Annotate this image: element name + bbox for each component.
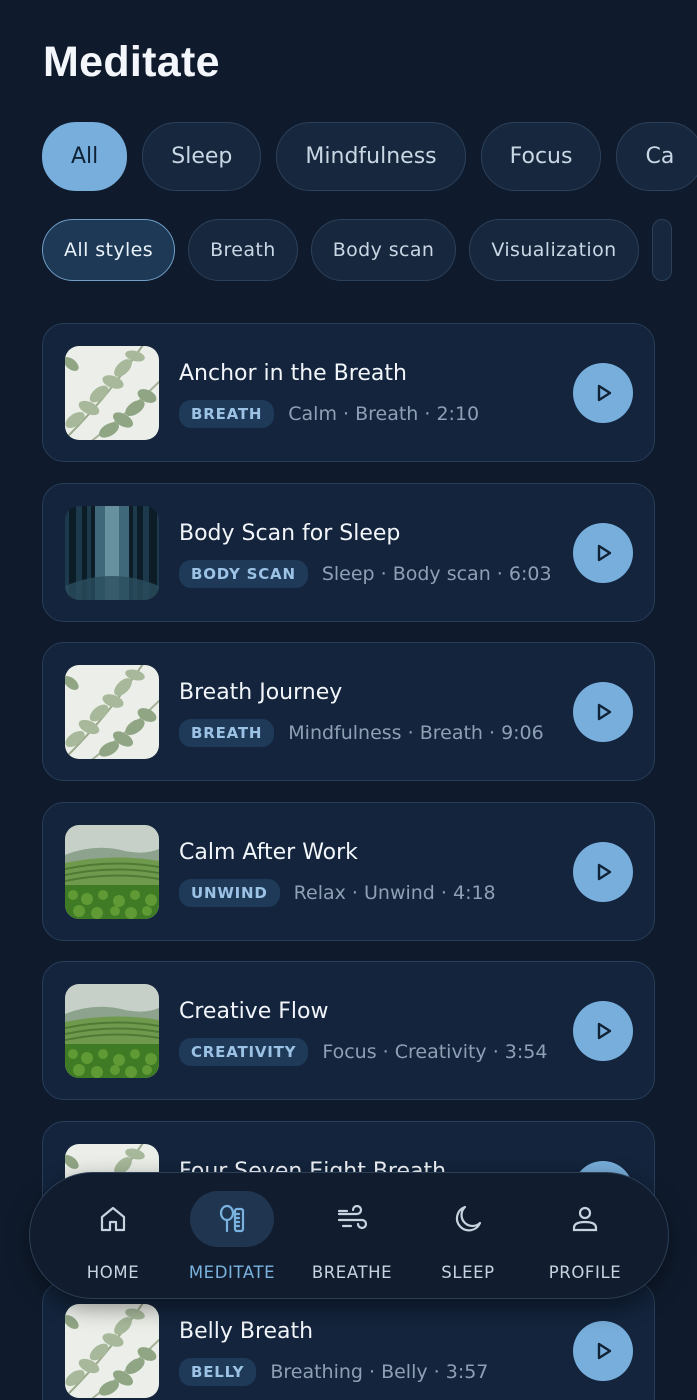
session-title: Calm After Work (179, 840, 358, 865)
play-button[interactable] (573, 523, 633, 583)
session-title: Breath Journey (179, 680, 343, 705)
nav-label: PROFILE (548, 1263, 622, 1282)
bottom-nav: HOME MEDITATE BREATHE SLEEP PROFILE (29, 1172, 669, 1299)
eucalyptus-image (65, 346, 159, 440)
eucalyptus-image (65, 1304, 159, 1398)
nav-home[interactable]: HOME (53, 1191, 173, 1282)
session-meta-line: UNWIND Relax · Unwind · 4:18 (179, 879, 496, 907)
nav-profile[interactable]: PROFILE (525, 1191, 645, 1282)
style-filter-row: All styles Breath Body scan Visualizatio… (42, 219, 672, 281)
category-chip-sleep[interactable]: Sleep (142, 122, 262, 191)
nav-meditate[interactable]: MEDITATE (172, 1191, 292, 1282)
nav-label: MEDITATE (188, 1263, 276, 1282)
session-meta-line: BREATH Mindfulness · Breath · 9:06 (179, 719, 544, 747)
session-meta-line: CREATIVITY Focus · Creativity · 3:54 (179, 1038, 547, 1066)
category-filter-row: All Sleep Mindfulness Focus Ca (42, 122, 697, 191)
category-chip-all[interactable]: All (42, 122, 128, 191)
home-icon (71, 1191, 155, 1247)
play-icon (597, 863, 612, 881)
session-meta: Relax · Unwind · 4:18 (293, 882, 496, 904)
tea-field-image (65, 984, 159, 1078)
play-icon (597, 1022, 612, 1040)
session-title: Body Scan for Sleep (179, 521, 401, 546)
meditate-icon (190, 1191, 274, 1247)
style-chip-visualization[interactable]: Visualization (469, 219, 639, 281)
page-title: Meditate (43, 38, 220, 86)
style-chip-all-styles[interactable]: All styles (42, 219, 176, 281)
session-title: Anchor in the Breath (179, 361, 407, 386)
forest-image (65, 506, 159, 600)
play-button[interactable] (573, 1321, 633, 1381)
session-tag: BODY SCAN (179, 560, 308, 588)
play-icon (597, 384, 612, 402)
session-meta-line: BODY SCAN Sleep · Body scan · 6:03 (179, 560, 552, 588)
style-chip-partial[interactable] (651, 219, 672, 281)
moon-icon (426, 1191, 510, 1247)
play-icon (597, 544, 612, 562)
session-tag: BELLY (179, 1358, 257, 1386)
play-icon (597, 703, 612, 721)
wind-icon (310, 1191, 394, 1247)
session-card[interactable]: Body Scan for Sleep BODY SCAN Sleep · Bo… (42, 483, 655, 622)
play-button[interactable] (573, 842, 633, 902)
category-chip-partial[interactable]: Ca (616, 122, 697, 191)
session-title: Creative Flow (179, 999, 329, 1024)
category-chip-mindfulness[interactable]: Mindfulness (276, 122, 466, 191)
session-meta-line: BELLY Breathing · Belly · 3:57 (179, 1358, 488, 1386)
tea-field-image (65, 825, 159, 919)
nav-sleep[interactable]: SLEEP (408, 1191, 528, 1282)
play-icon (597, 1342, 612, 1360)
style-chip-breath[interactable]: Breath (188, 219, 298, 281)
eucalyptus-image (65, 665, 159, 759)
session-card[interactable]: Breath Journey BREATH Mindfulness · Brea… (42, 642, 655, 781)
session-card[interactable]: Creative Flow CREATIVITY Focus · Creativ… (42, 961, 655, 1100)
nav-label: BREATHE (311, 1263, 393, 1282)
session-meta: Sleep · Body scan · 6:03 (321, 563, 552, 585)
session-card[interactable]: Anchor in the Breath BREATH Calm · Breat… (42, 323, 655, 462)
category-chip-focus[interactable]: Focus (480, 122, 602, 191)
nav-label: HOME (86, 1263, 140, 1282)
session-title: Belly Breath (179, 1319, 314, 1344)
style-chip-body-scan[interactable]: Body scan (310, 219, 457, 281)
nav-label: SLEEP (441, 1263, 495, 1282)
session-meta: Calm · Breath · 2:10 (288, 403, 480, 425)
play-button[interactable] (573, 1001, 633, 1061)
session-meta-line: BREATH Calm · Breath · 2:10 (179, 400, 479, 428)
session-card[interactable]: Calm After Work UNWIND Relax · Unwind · … (42, 802, 655, 941)
session-meta: Mindfulness · Breath · 9:06 (288, 722, 544, 744)
session-meta: Focus · Creativity · 3:54 (322, 1041, 548, 1063)
session-tag: CREATIVITY (179, 1038, 309, 1066)
person-icon (543, 1191, 627, 1247)
session-meta: Breathing · Belly · 3:57 (270, 1361, 489, 1383)
session-tag: BREATH (179, 400, 275, 428)
session-tag: UNWIND (179, 879, 280, 907)
play-button[interactable] (573, 682, 633, 742)
play-button[interactable] (573, 363, 633, 423)
nav-breathe[interactable]: BREATHE (292, 1191, 412, 1282)
session-tag: BREATH (179, 719, 275, 747)
